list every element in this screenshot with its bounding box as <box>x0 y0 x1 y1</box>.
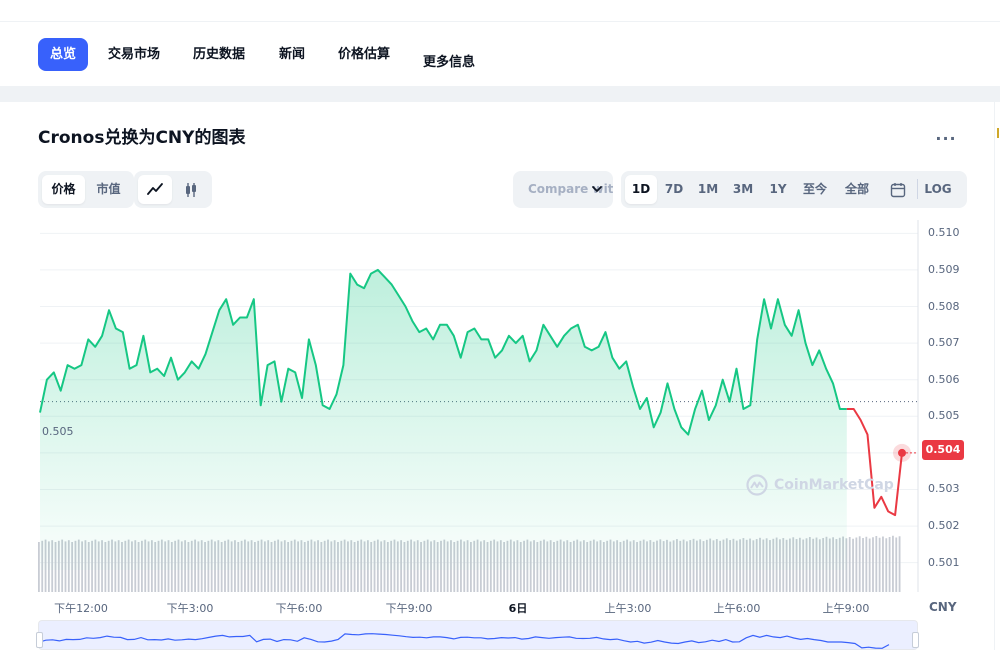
range-1y-button[interactable]: 1Y <box>761 175 795 204</box>
range-1d-button[interactable]: 1D <box>625 175 657 204</box>
tab-news[interactable]: 新闻 <box>267 38 317 71</box>
volume-bar <box>872 537 874 592</box>
x-tick-label: 下午12:00 <box>54 602 108 615</box>
coinmarketcap-watermark: CoinMarketCap <box>746 474 894 496</box>
compare-dropdown[interactable]: Compare with <box>513 171 613 208</box>
price-area-fill <box>40 269 847 570</box>
volume-bar <box>875 536 878 592</box>
chevron-down-icon <box>592 186 602 192</box>
section-divider <box>0 86 1000 102</box>
marketcap-toggle-button[interactable]: 市值 <box>87 175 130 204</box>
tab-historical-data[interactable]: 历史数据 <box>181 38 257 71</box>
volume-bar <box>895 537 898 592</box>
x-tick-label: 下午6:00 <box>275 602 323 615</box>
tab-price-estimates[interactable]: 价格估算 <box>326 38 402 71</box>
volume-bar <box>848 537 851 592</box>
y-tick-label: 0.509 <box>928 262 960 276</box>
line-chart-button[interactable] <box>138 175 172 204</box>
y-tick-label: 0.507 <box>928 336 960 350</box>
volume-bar <box>888 537 891 592</box>
price-toggle-button[interactable]: 价格 <box>42 175 85 204</box>
brush-line <box>39 633 890 649</box>
x-tick-label: 下午9:00 <box>385 602 433 615</box>
reference-price-label: 0.505 <box>42 425 74 438</box>
volume-bar <box>898 536 901 592</box>
y-tick-label: 0.510 <box>928 226 960 240</box>
candlestick-chart-button[interactable] <box>174 175 208 204</box>
volume-bar <box>858 536 861 592</box>
currency-unit-label: CNY <box>929 600 957 614</box>
volume-bar <box>882 536 884 592</box>
metric-toggle: 价格 市值 <box>38 171 134 208</box>
candlestick-icon <box>186 183 196 197</box>
volume-bar <box>892 535 894 592</box>
watermark-text: CoinMarketCap <box>774 477 894 493</box>
y-tick-label: 0.501 <box>928 555 960 569</box>
brush-handle-right[interactable] <box>912 632 919 648</box>
y-tick-label: 0.503 <box>928 482 960 496</box>
volume-bar <box>852 538 854 592</box>
y-tick-label: 0.508 <box>928 299 960 313</box>
brush-mini-chart <box>39 633 890 649</box>
current-price-tag: 0.504 <box>922 440 964 460</box>
line-chart-icon <box>147 183 163 195</box>
top-header-bar <box>0 0 1000 22</box>
chart-title: Cronos兑换为CNY的图表 <box>38 128 246 148</box>
range-brush[interactable] <box>38 620 918 650</box>
brush-handle-left[interactable] <box>36 632 43 648</box>
volume-bar <box>878 537 881 592</box>
volume-bar <box>855 537 858 592</box>
tab-overview[interactable]: 总览 <box>38 38 89 71</box>
volume-bar <box>885 538 888 592</box>
y-tick-label: 0.502 <box>928 519 960 533</box>
range-3m-button[interactable]: 3M <box>725 175 761 204</box>
range-7d-button[interactable]: 7D <box>657 175 691 204</box>
log-scale-button[interactable]: LOG <box>918 175 958 204</box>
x-tick-label: 上午6:00 <box>713 602 761 615</box>
range-1m-button[interactable]: 1M <box>691 175 725 204</box>
price-chart: 0.510 0.509 0.508 0.507 0.506 0.505 0.503 0.502… <box>0 220 1000 650</box>
volume-bar <box>865 536 868 592</box>
volume-bar <box>38 542 40 592</box>
volume-bar <box>862 538 864 592</box>
x-tick-label: 6日 <box>508 602 528 615</box>
y-tick-label: 0.505 <box>928 409 960 423</box>
coin-page-nav: 总览 交易市场 历史数据 新闻 价格估算 更多信息 <box>0 22 1000 86</box>
price-line-down <box>846 408 903 517</box>
calendar-button[interactable] <box>879 175 917 204</box>
price-chart-plot[interactable] <box>0 220 1000 650</box>
coinmarketcap-logo-icon <box>746 474 768 496</box>
x-tick-label: 上午9:00 <box>822 602 870 615</box>
range-all-button[interactable]: 全部 <box>835 175 879 204</box>
x-tick-label: 下午3:00 <box>166 602 214 615</box>
tab-more-info[interactable]: 更多信息 <box>411 46 487 79</box>
y-tick-label: 0.506 <box>928 372 960 386</box>
volume-bar <box>868 538 871 592</box>
range-ytd-button[interactable]: 至今 <box>795 175 835 204</box>
chart-type-toggle <box>134 171 212 208</box>
calendar-icon <box>890 183 906 198</box>
x-tick-label: 上午3:00 <box>604 602 652 615</box>
time-range-selector: 1D 7D 1M 3M 1Y 至今 全部 LOG <box>621 171 967 208</box>
more-options-button[interactable]: ... <box>934 127 958 148</box>
tab-markets[interactable]: 交易市场 <box>96 38 172 71</box>
